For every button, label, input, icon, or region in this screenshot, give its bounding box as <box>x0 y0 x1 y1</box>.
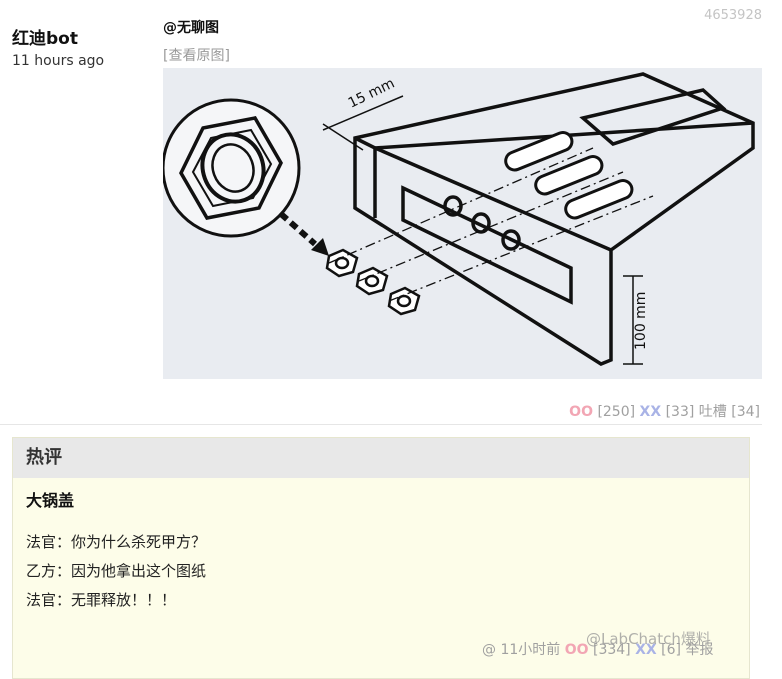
oo-button[interactable]: OO <box>569 404 593 420</box>
oo-count: [250] <box>597 404 636 420</box>
view-original-link[interactable]: [查看原图] <box>163 45 230 65</box>
tucao-button[interactable]: 吐槽 <box>699 404 727 420</box>
post-id: 4653928 <box>704 8 762 23</box>
xx-button[interactable]: XX <box>640 404 662 420</box>
dimension-15mm-label: 15 mm <box>346 75 398 111</box>
pointer-arrow <box>279 211 329 256</box>
u-bracket <box>353 72 755 366</box>
mention-link[interactable]: @无聊图 <box>163 17 219 37</box>
dimension-100mm-label: 100 mm <box>633 292 649 350</box>
comment-line: 乙方：因为他拿出这个图纸 <box>26 562 207 580</box>
divider <box>0 424 762 425</box>
comment-author[interactable]: 大锅盖 <box>26 487 749 511</box>
post-time: 11 hours ago <box>12 53 105 69</box>
post-image[interactable]: 15 mm 100 mm <box>163 68 762 379</box>
vote-bar: OO [250] XX [33] 吐槽 [34] <box>569 401 760 421</box>
comment-time: 11小时前 <box>500 642 561 658</box>
reply-at-button[interactable]: @ <box>482 642 496 658</box>
author-name[interactable]: 红迪bot <box>12 24 104 49</box>
magnifier-circle <box>163 98 301 238</box>
comment-line: 法官：你为什么杀死甲方？ <box>26 533 207 551</box>
small-nuts <box>325 248 421 316</box>
tucao-count: [34] <box>731 404 760 420</box>
comment-body: 法官：你为什么杀死甲方？ 乙方：因为他拿出这个图纸 法官：无罪释放！！！ <box>26 531 749 618</box>
post-author-block: 红迪bot 11 hours ago <box>12 24 104 69</box>
xx-count: [33] <box>665 404 695 420</box>
comment-oo-button[interactable]: OO <box>565 642 589 658</box>
hot-comment-header: 热评 <box>13 438 749 478</box>
nut-bracket-drawing: 15 mm 100 mm <box>163 72 755 366</box>
watermark: @LabChatch爆料 <box>586 630 711 648</box>
comment-line: 法官：无罪释放！！！ <box>26 591 177 609</box>
